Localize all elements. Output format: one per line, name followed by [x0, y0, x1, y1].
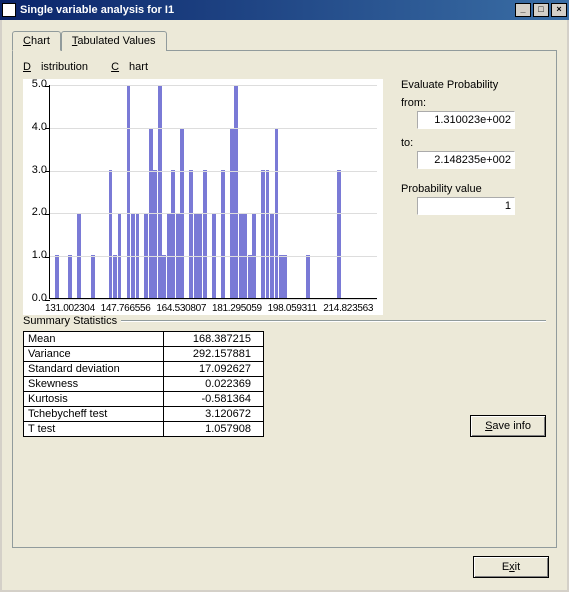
- stats-value: 3.120672: [164, 407, 264, 422]
- window-controls: _ □ ×: [515, 3, 567, 17]
- stats-row: Variance292.157881: [24, 347, 264, 362]
- window-title: Single variable analysis for I1: [20, 4, 515, 16]
- y-tick-label: 5.0: [25, 78, 47, 90]
- x-axis-labels: 131.002304147.766556164.530807181.295059…: [45, 303, 379, 314]
- stats-value: 17.092627: [164, 362, 264, 377]
- histogram-bar: [248, 255, 252, 298]
- to-label: to:: [401, 137, 546, 149]
- summary-title: Summary Statistics: [23, 315, 117, 327]
- y-tick-label: 0.0: [25, 292, 47, 304]
- y-gridline: [50, 128, 377, 129]
- pv-input[interactable]: [417, 197, 515, 215]
- histogram-bar: [55, 255, 59, 298]
- histogram-bar: [109, 170, 113, 298]
- titlebar: Single variable analysis for I1 _ □ ×: [0, 0, 569, 20]
- chart-menubar: Distribution Chart: [23, 61, 546, 73]
- y-tick-label: 4.0: [25, 121, 47, 133]
- save-info-button[interactable]: Save info: [470, 415, 546, 437]
- y-gridline: [50, 299, 377, 300]
- minimize-button[interactable]: _: [515, 3, 531, 17]
- histogram-bar: [203, 170, 207, 298]
- stats-row: Tchebycheff test3.120672: [24, 407, 264, 422]
- y-tick-label: 1.0: [25, 249, 47, 261]
- stats-key: Standard deviation: [24, 362, 164, 377]
- maximize-button[interactable]: □: [533, 3, 549, 17]
- histogram-chart: 131.002304147.766556164.530807181.295059…: [23, 79, 383, 315]
- stats-value: 292.157881: [164, 347, 264, 362]
- tab-panel: Distribution Chart 131.002304147.7665561…: [12, 50, 557, 548]
- stats-row: Mean168.387215Variance292.157881Standard…: [23, 331, 546, 437]
- summary-group: Summary Statistics: [23, 315, 546, 327]
- x-tick-label: 147.766556: [101, 303, 157, 314]
- stats-value: 0.022369: [164, 377, 264, 392]
- histogram-bar: [279, 255, 283, 298]
- stats-row: Standard deviation17.092627: [24, 362, 264, 377]
- stats-row: Skewness0.022369: [24, 377, 264, 392]
- probability-panel: Evaluate Probability from: to: Probabili…: [401, 79, 546, 315]
- stats-key: Kurtosis: [24, 392, 164, 407]
- x-tick-label: 164.530807: [156, 303, 212, 314]
- pv-label: Probability value: [401, 183, 546, 195]
- y-gridline: [50, 85, 377, 86]
- histogram-bar: [127, 85, 131, 298]
- tab-tab-rest: abulated Values: [77, 35, 155, 47]
- bottom-bar: Exit: [473, 556, 549, 578]
- histogram-bar: [171, 170, 175, 298]
- histogram-bar: [91, 255, 95, 298]
- stats-value: 168.387215: [164, 332, 264, 347]
- close-button[interactable]: ×: [551, 3, 567, 17]
- main-row: 131.002304147.766556164.530807181.295059…: [23, 79, 546, 315]
- stats-key: T test: [24, 422, 164, 437]
- histogram-bar: [189, 170, 193, 298]
- menu-chart[interactable]: Chart: [111, 61, 158, 73]
- tab-chart-accel: C: [23, 35, 31, 47]
- y-tick-label: 3.0: [25, 164, 47, 176]
- stats-value: 1.057908: [164, 422, 264, 437]
- histogram-bar: [68, 255, 72, 298]
- histogram-bar: [162, 255, 166, 298]
- stats-key: Variance: [24, 347, 164, 362]
- from-label: from:: [401, 97, 546, 109]
- menu-distribution[interactable]: Distribution: [23, 61, 98, 73]
- stats-table: Mean168.387215Variance292.157881Standard…: [23, 331, 264, 437]
- histogram-bar: [234, 85, 238, 298]
- histogram-bar: [261, 170, 265, 298]
- stats-row: Kurtosis-0.581364: [24, 392, 264, 407]
- histogram-bar: [306, 255, 310, 298]
- probability-title: Evaluate Probability: [401, 79, 546, 91]
- stats-row: T test1.057908: [24, 422, 264, 437]
- y-gridline: [50, 213, 377, 214]
- exit-button[interactable]: Exit: [473, 556, 549, 578]
- tab-chart[interactable]: Chart: [12, 31, 61, 51]
- window-body: Chart Tabulated Values Distribution Char…: [0, 20, 569, 592]
- histogram-bar: [221, 170, 225, 298]
- stats-value: -0.581364: [164, 392, 264, 407]
- tabstrip: Chart Tabulated Values: [12, 31, 557, 51]
- histogram-bar: [153, 170, 157, 298]
- histogram-bar: [266, 170, 270, 298]
- stats-key: Skewness: [24, 377, 164, 392]
- app-icon: [2, 3, 16, 17]
- stats-key: Tchebycheff test: [24, 407, 164, 422]
- y-gridline: [50, 171, 377, 172]
- x-tick-label: 198.059311: [268, 303, 324, 314]
- to-input[interactable]: [417, 151, 515, 169]
- from-input[interactable]: [417, 111, 515, 129]
- stats-row: Mean168.387215: [24, 332, 264, 347]
- histogram-bar: [337, 170, 341, 298]
- x-tick-label: 181.295059: [212, 303, 268, 314]
- y-tick-label: 2.0: [25, 206, 47, 218]
- tab-chart-rest: hart: [31, 35, 50, 47]
- histogram-bar: [113, 255, 117, 298]
- histogram-bar: [158, 85, 162, 298]
- x-tick-label: 131.002304: [45, 303, 101, 314]
- stats-key: Mean: [24, 332, 164, 347]
- y-gridline: [50, 256, 377, 257]
- x-tick-label: 214.823563: [323, 303, 379, 314]
- histogram-bar: [283, 255, 287, 298]
- tab-tabulated[interactable]: Tabulated Values: [61, 31, 167, 51]
